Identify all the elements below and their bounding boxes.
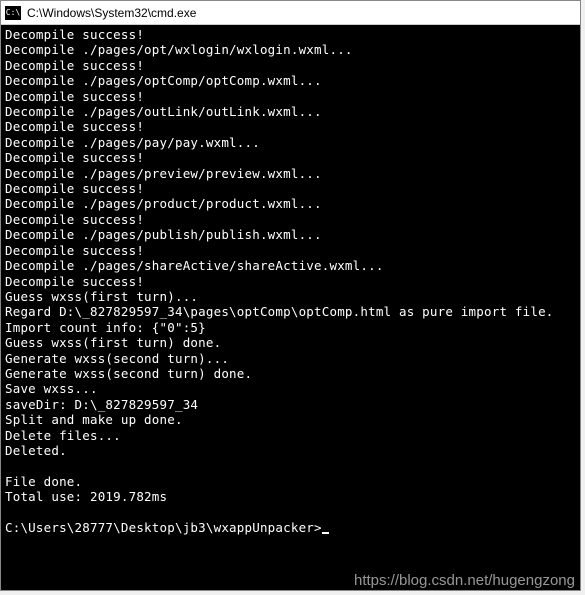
terminal-line: Decompile success! <box>5 58 576 73</box>
terminal-line: Decompile success! <box>5 27 576 42</box>
terminal-line: Decompile ./pages/publish/publish.wxml..… <box>5 227 576 242</box>
terminal-line: Decompile ./pages/optComp/optComp.wxml..… <box>5 73 576 88</box>
terminal-line: Decompile success! <box>5 212 576 227</box>
terminal-line: Decompile ./pages/pay/pay.wxml... <box>5 135 576 150</box>
terminal-line: C:\Users\28777\Desktop\jb3\wxappUnpacker… <box>5 520 576 535</box>
terminal-line: Total use: 2019.782ms <box>5 489 576 504</box>
terminal-line: Decompile ./pages/preview/preview.wxml..… <box>5 166 576 181</box>
terminal-line: Decompile ./pages/outLink/outLink.wxml..… <box>5 104 576 119</box>
terminal-line: Decompile ./pages/shareActive/shareActiv… <box>5 258 576 273</box>
terminal-line: Decompile success! <box>5 274 576 289</box>
terminal-line: Deleted. <box>5 443 576 458</box>
terminal-line: Split and make up done. <box>5 412 576 427</box>
terminal-line: Decompile success! <box>5 181 576 196</box>
terminal-output[interactable]: Decompile success!Decompile ./pages/opt/… <box>1 25 580 590</box>
terminal-line: Decompile ./pages/product/product.wxml..… <box>5 196 576 211</box>
terminal-line: Decompile success! <box>5 150 576 165</box>
terminal-line <box>5 505 576 520</box>
terminal-line: File done. <box>5 474 576 489</box>
terminal-line: Save wxss... <box>5 381 576 396</box>
terminal-line: saveDir: D:\_827829597_34 <box>5 397 576 412</box>
cursor <box>322 532 329 534</box>
terminal-line <box>5 458 576 473</box>
titlebar[interactable]: C:\ C:\Windows\System32\cmd.exe <box>1 1 580 25</box>
prompt-text: C:\Users\28777\Desktop\jb3\wxappUnpacker… <box>5 520 322 535</box>
terminal-line: Delete files... <box>5 428 576 443</box>
terminal-line: Decompile ./pages/opt/wxlogin/wxlogin.wx… <box>5 42 576 57</box>
terminal-line: Guess wxss(first turn) done. <box>5 335 576 350</box>
terminal-line: Guess wxss(first turn)... <box>5 289 576 304</box>
cmd-icon: C:\ <box>5 6 21 20</box>
terminal-line: Import count info: {"0":5} <box>5 320 576 335</box>
cmd-window: C:\ C:\Windows\System32\cmd.exe Decompil… <box>0 0 581 591</box>
terminal-line: Generate wxss(second turn)... <box>5 351 576 366</box>
terminal-line: Decompile success! <box>5 119 576 134</box>
terminal-line: Generate wxss(second turn) done. <box>5 366 576 381</box>
terminal-line: Decompile success! <box>5 89 576 104</box>
terminal-line: Decompile success! <box>5 243 576 258</box>
terminal-line: Regard D:\_827829597_34\pages\optComp\op… <box>5 304 576 319</box>
window-title: C:\Windows\System32\cmd.exe <box>27 6 196 20</box>
